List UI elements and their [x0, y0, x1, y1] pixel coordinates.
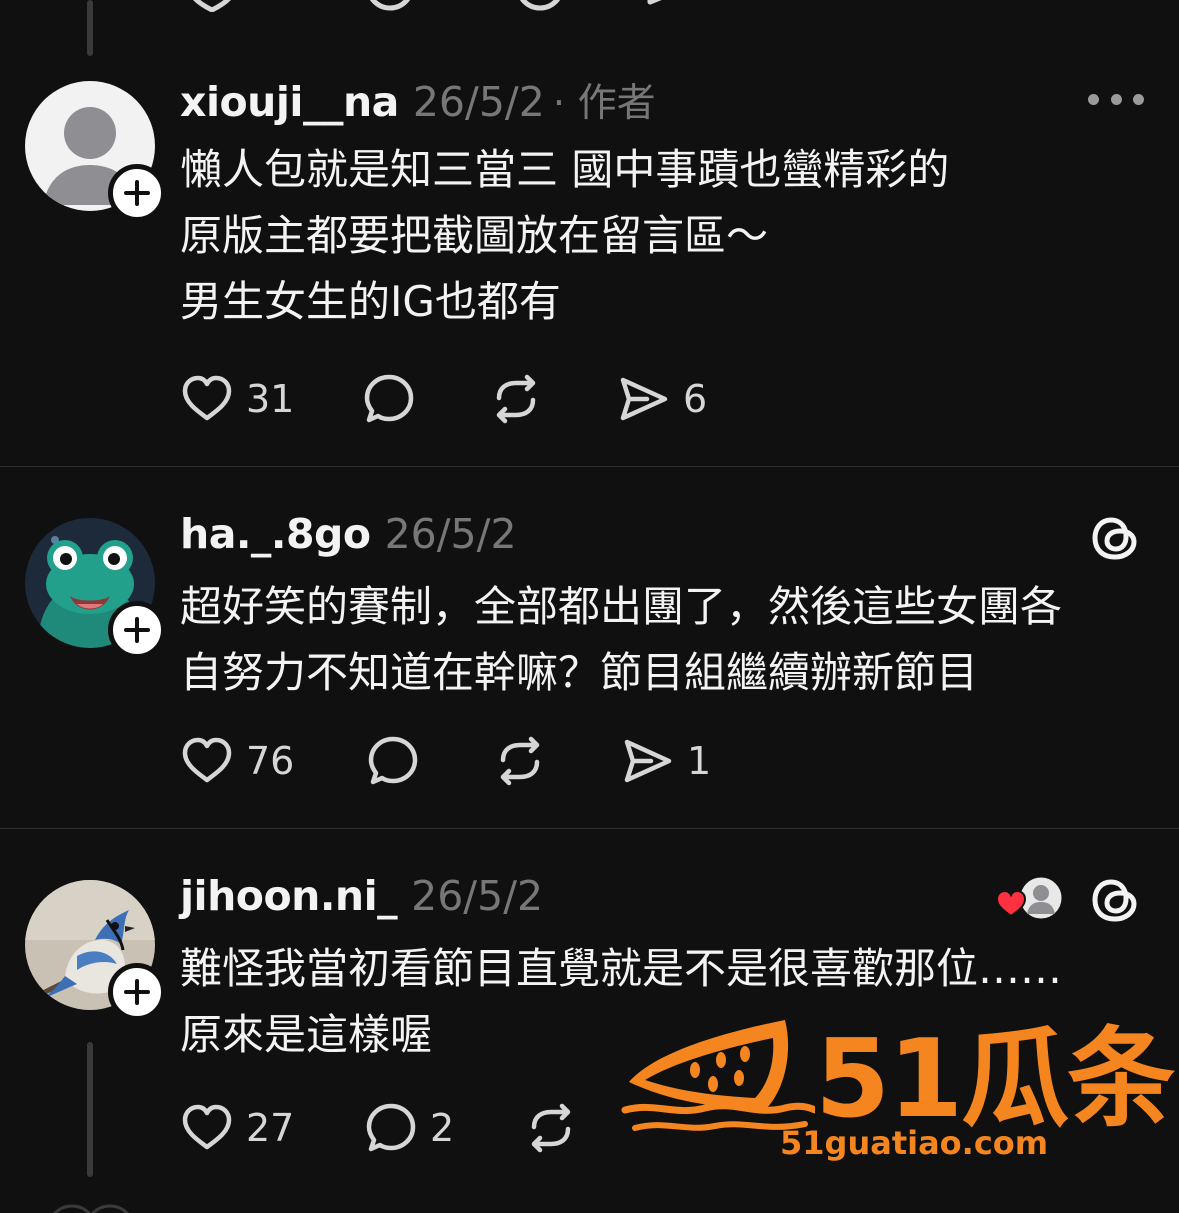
more-icon[interactable]	[1088, 89, 1144, 109]
post-divider	[0, 828, 1179, 829]
post-date: 26/5/2	[411, 872, 544, 920]
like-count: 27	[246, 1106, 295, 1150]
thread-connector-line	[87, 1042, 93, 1177]
follow-button[interactable]	[108, 164, 166, 222]
author-tag: · 作者	[552, 81, 656, 126]
username[interactable]: xiouji__na	[180, 78, 399, 126]
watermark: 51瓜条 51guatiao.com	[615, 1012, 1175, 1187]
post-body: 懶人包就是知三當三 國中事蹟也蠻精彩的 原版主都要把截圖放在留言區～ 男生女生的…	[180, 137, 1150, 335]
follow-button[interactable]	[108, 601, 166, 659]
post-date: 26/5/2	[412, 78, 545, 126]
post-header: xiouji__na 26/5/2 · 作者	[180, 72, 656, 128]
share-icon	[624, 739, 672, 783]
post-text-line: 男生女生的IG也都有	[180, 277, 561, 326]
post-date: 26/5/2	[384, 510, 517, 558]
post-text-line: 超好笑的賽制，全部都出團了，然後這些女團各	[180, 582, 1063, 631]
comment-button[interactable]	[362, 371, 489, 427]
post-body: 超好笑的賽制，全部都出團了，然後這些女團各 自努力不知道在幹嘛？節目組繼續辦新節…	[180, 574, 1150, 706]
thread-connector-line	[87, 0, 93, 56]
share-button[interactable]: 6	[617, 371, 707, 427]
comment-button[interactable]: 2	[364, 1100, 524, 1156]
post-header: jihoon.ni_ 26/5/2	[180, 872, 543, 920]
share-icon	[620, 377, 668, 421]
plus-icon	[124, 180, 150, 206]
heart-icon	[182, 375, 232, 421]
plus-icon	[124, 617, 150, 643]
like-count: 31	[246, 377, 295, 421]
username[interactable]: jihoon.ni_	[180, 872, 398, 920]
like-button[interactable]: 27	[180, 1100, 364, 1156]
action-bar: 31 6	[180, 371, 707, 427]
heart-icon	[182, 737, 232, 783]
post-header: ha._.8go 26/5/2	[180, 510, 517, 558]
like-count: 76	[246, 739, 295, 783]
post-text-line: 原版主都要把截圖放在留言區～	[180, 211, 769, 260]
post-text-line: 難怪我當初看節目直覺就是不是很喜歡那位……	[180, 944, 1063, 993]
watermark-brand: 51瓜条	[815, 1017, 1175, 1142]
repost-icon	[500, 736, 540, 786]
plus-icon	[124, 979, 150, 1005]
action-bar: 76 1	[180, 733, 711, 789]
post-text-line: 自努力不知道在幹嘛？節目組繼續辦新節目	[180, 648, 979, 697]
username[interactable]: ha._.8go	[180, 510, 371, 558]
comment-button[interactable]	[366, 733, 493, 789]
comment-icon	[368, 736, 418, 785]
repost-icon	[496, 374, 536, 424]
heart-icon	[182, 1104, 232, 1150]
repost-button[interactable]	[489, 371, 617, 427]
follow-button[interactable]	[108, 963, 166, 1021]
post-divider	[0, 466, 1179, 467]
partial-action-row	[193, 0, 662, 12]
watermark-url: 51guatiao.com	[780, 1124, 1049, 1162]
reply-count: 2	[430, 1106, 455, 1150]
share-count: 6	[683, 377, 708, 421]
share-button[interactable]: 1	[621, 733, 711, 789]
like-button[interactable]: 31	[180, 371, 362, 427]
like-button[interactable]: 76	[180, 733, 366, 789]
threads-logo-icon	[1088, 511, 1142, 565]
comment-icon	[364, 374, 414, 423]
partial-next-post	[53, 1204, 129, 1213]
liked-by-author-indicator	[995, 874, 1065, 922]
post-text-line: 懶人包就是知三當三 國中事蹟也蠻精彩的	[180, 145, 950, 194]
threads-logo-icon	[1088, 873, 1142, 927]
comment-icon	[366, 1103, 416, 1152]
share-count: 1	[687, 739, 712, 783]
action-bar: 27 2	[180, 1100, 652, 1156]
repost-icon	[531, 1103, 571, 1153]
repost-button[interactable]	[493, 733, 621, 789]
heart-icon	[995, 889, 1027, 918]
